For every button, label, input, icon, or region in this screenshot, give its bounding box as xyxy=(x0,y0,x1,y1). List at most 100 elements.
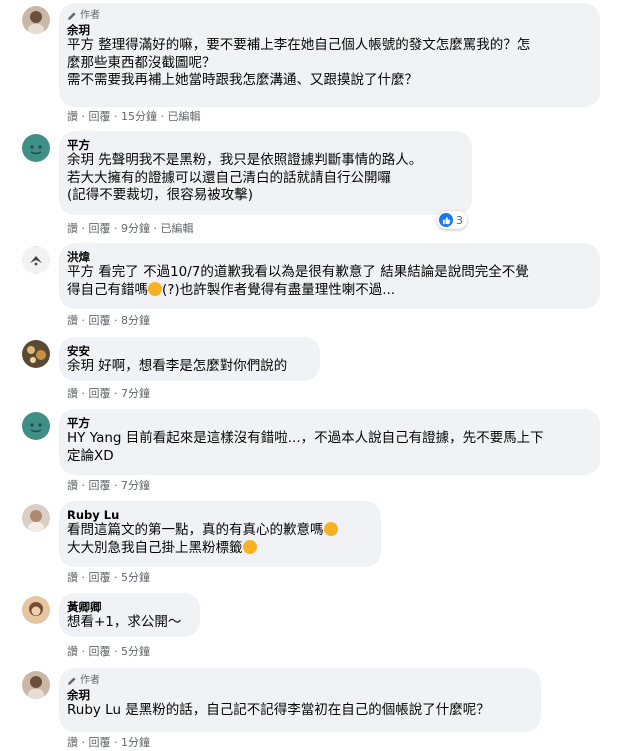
comment-line: 定論XD xyxy=(67,447,114,464)
like-button[interactable]: 讚 xyxy=(67,110,78,123)
comment-text: 平方 看完了 不過10/7的道歉我看以為是很有歉意了 結果結論是說問完全不覺 得… xyxy=(67,264,588,299)
reply-button[interactable]: 回覆 xyxy=(89,314,111,327)
separator: · xyxy=(81,736,86,749)
comment-bubble: 安安 余玥 好啊，想看李是怎麼對你們說的 xyxy=(59,337,320,381)
comment-actions: 讚 · 回覆 · 5分鐘 xyxy=(67,645,150,659)
comment-text: 余玥 好啊，想看李是怎麼對你們說的 xyxy=(67,358,288,374)
avatar[interactable] xyxy=(22,596,50,624)
separator: · xyxy=(114,222,118,235)
comment-time[interactable]: 5分鐘 xyxy=(121,571,150,584)
reaction-badge[interactable]: 3 xyxy=(437,211,467,229)
avatar[interactable] xyxy=(22,340,50,368)
comment-actions: 讚 · 回覆 · 5分鐘 xyxy=(67,571,150,585)
comment-text: 看問這篇文的第一點，真的有真心的歉意嗎 大大別急我自己掛上黑粉標籤 xyxy=(67,522,369,557)
reply-button[interactable]: 回覆 xyxy=(89,387,111,400)
comment-line: 余玥 先聲明我不是黑粉，我只是依照證據判斷事情的路人。 xyxy=(67,152,423,168)
like-button[interactable]: 讚 xyxy=(67,222,78,235)
comment-line: 平方 看完了 不過10/7的道歉我看以為是很有歉意了 結果結論是說問完全不覺 xyxy=(67,264,529,280)
comment-line: 若大大擁有的證據可以還自己清白的話就請自行公開囉 xyxy=(67,169,391,186)
author-badge: 作者 xyxy=(67,10,588,22)
avatar[interactable] xyxy=(22,504,50,532)
comment-time[interactable]: 5分鐘 xyxy=(121,645,150,658)
comment-line: 平方 整理得滿好的嘛，要不要補上李在她自己個人帳號的發文怎麼罵我的？怎 xyxy=(67,37,531,53)
comment-bubble: Ruby Lu 看問這篇文的第一點，真的有真心的歉意嗎 大大別急我自己掛上黑粉標… xyxy=(59,501,381,567)
comment-bubble: 平方 余玥 先聲明我不是黑粉，我只是依照證據判斷事情的路人。 若大大擁有的證據可… xyxy=(59,131,472,215)
separator: · xyxy=(81,222,86,235)
comment-line: 大大別急我自己掛上黑粉標籤 xyxy=(67,539,243,556)
separator: · xyxy=(153,222,158,235)
smiling-emoji-icon xyxy=(323,522,338,536)
like-button[interactable]: 讚 xyxy=(67,736,78,749)
reply-button[interactable]: 回覆 xyxy=(89,571,111,584)
comment-author[interactable]: Ruby Lu xyxy=(67,508,369,522)
like-reaction-icon xyxy=(439,213,453,227)
separator: · xyxy=(114,645,118,658)
comment-actions: 讚 · 回覆 · 7分鐘 xyxy=(67,387,150,401)
avatar[interactable] xyxy=(22,6,50,34)
author-badge: 作者 xyxy=(67,675,529,687)
avatar[interactable] xyxy=(22,671,50,699)
comment-actions: 讚 · 回覆 · 7分鐘 xyxy=(67,479,150,493)
reply-button[interactable]: 回覆 xyxy=(89,736,111,749)
comment-author[interactable]: 平方 xyxy=(67,138,460,152)
like-button[interactable]: 讚 xyxy=(67,314,78,327)
comment-line: HY Yang 目前看起來是這樣沒有錯啦...，不過本人說自己有證據，先不要馬上… xyxy=(67,430,544,446)
separator: · xyxy=(114,479,118,492)
separator: · xyxy=(114,314,118,327)
author-badge-label: 作者 xyxy=(80,675,100,686)
comment-line: 得自己有錯嗎 xyxy=(67,281,148,298)
comment-author[interactable]: 安安 xyxy=(67,344,308,358)
comment-text: 想看+1，求公開～ xyxy=(67,614,182,630)
separator: · xyxy=(114,736,118,749)
comment-author[interactable]: 平方 xyxy=(67,416,588,430)
comment-author[interactable]: 余玥 xyxy=(67,23,588,37)
like-button[interactable]: 讚 xyxy=(67,645,78,658)
avatar[interactable] xyxy=(22,134,50,162)
reply-button[interactable]: 回覆 xyxy=(89,222,111,235)
reply-button[interactable]: 回覆 xyxy=(89,645,111,658)
comment-author[interactable]: 黃卿卿 xyxy=(67,600,188,614)
separator: · xyxy=(114,387,118,400)
grinning-sweat-emoji-icon xyxy=(148,281,162,296)
comment-actions: 讚 · 回覆 · 1分鐘 xyxy=(67,736,150,750)
avatar[interactable] xyxy=(22,246,50,274)
pencil-icon xyxy=(68,677,76,685)
comment-time[interactable]: 8分鐘 xyxy=(121,314,150,327)
comment-bubble: 作者 余玥 Ruby Lu 是黑粉的話，自己記不記得李當初在自己的個帳說了什麼呢… xyxy=(59,668,541,732)
separator: · xyxy=(81,387,86,400)
comment-text: HY Yang 目前看起來是這樣沒有錯啦...，不過本人說自己有證據，先不要馬上… xyxy=(67,430,588,465)
smiling-emoji-icon xyxy=(242,539,257,554)
like-button[interactable]: 讚 xyxy=(67,387,78,400)
separator: · xyxy=(114,571,118,584)
comment-time[interactable]: 9分鐘 xyxy=(121,222,150,235)
comment-actions: 讚 · 回覆 · 8分鐘 xyxy=(67,314,150,328)
like-button[interactable]: 讚 xyxy=(67,571,78,584)
comment-bubble: 作者 余玥 平方 整理得滿好的嘛，要不要補上李在她自己個人帳號的發文怎麼罵我的？… xyxy=(59,3,600,107)
separator: · xyxy=(81,571,86,584)
comment-time[interactable]: 15分鐘 xyxy=(121,110,157,123)
comment-time[interactable]: 7分鐘 xyxy=(121,387,150,400)
comment-actions: 讚 · 回覆 · 15分鐘 · 已編輯 xyxy=(67,110,201,124)
comment-text: 余玥 先聲明我不是黑粉，我只是依照證據判斷事情的路人。 若大大擁有的證據可以還自… xyxy=(67,152,460,205)
comment-line: (?)也許製作者覺得有盡量理性喇不過... xyxy=(162,281,396,298)
comment-line: 需不需要我再補上她當時跟我怎麼溝通、又跟摸說了什麼？ xyxy=(67,72,418,88)
separator: · xyxy=(114,110,118,123)
comment-author[interactable]: 余玥 xyxy=(67,688,529,702)
comment-line: 麼那些東西都沒截圖呢？ xyxy=(67,54,216,71)
comment-time[interactable]: 7分鐘 xyxy=(121,479,150,492)
like-button[interactable]: 讚 xyxy=(67,479,78,492)
separator: · xyxy=(81,314,86,327)
separator: · xyxy=(81,479,86,492)
reply-button[interactable]: 回覆 xyxy=(89,479,111,492)
edited-label[interactable]: 已編輯 xyxy=(168,110,201,123)
comment-text: 平方 整理得滿好的嘛，要不要補上李在她自己個人帳號的發文怎麼罵我的？怎 麼那些東… xyxy=(67,37,588,90)
separator: · xyxy=(81,645,86,658)
reply-button[interactable]: 回覆 xyxy=(89,110,111,123)
edited-label[interactable]: 已編輯 xyxy=(161,222,194,235)
comment-line: 看問這篇文的第一點，真的有真心的歉意嗎 xyxy=(67,522,324,538)
avatar[interactable] xyxy=(22,412,50,440)
comment-bubble: 洪煒 平方 看完了 不過10/7的道歉我看以為是很有歉意了 結果結論是說問完全不… xyxy=(59,243,600,309)
comment-author[interactable]: 洪煒 xyxy=(67,250,588,264)
comment-line: (記得不要裁切，很容易被攻擊) xyxy=(67,187,254,203)
comment-time[interactable]: 1分鐘 xyxy=(121,736,150,749)
